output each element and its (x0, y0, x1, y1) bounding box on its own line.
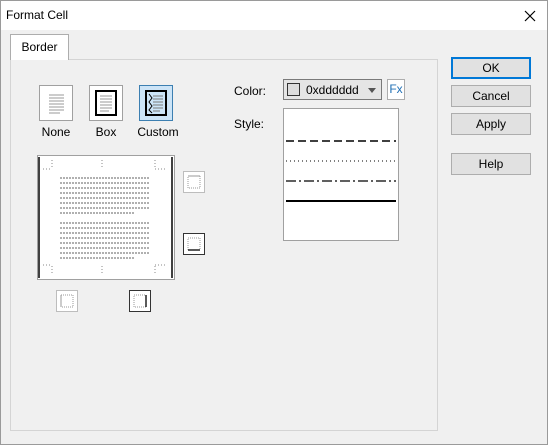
line-style-list (283, 108, 399, 241)
color-dropdown[interactable]: 0xdddddd (283, 79, 382, 100)
tab-border[interactable]: Border (10, 34, 69, 60)
style-label: Style: (234, 117, 265, 131)
chevron-down-icon (368, 88, 376, 93)
style-option-dotted[interactable] (286, 151, 396, 171)
border-preview-diagram (38, 157, 173, 278)
color-swatch (287, 83, 300, 96)
preset-box-label: Box (95, 125, 117, 139)
help-button[interactable]: Help (451, 153, 531, 175)
style-option-solid-thick[interactable] (286, 191, 396, 211)
style-option-none[interactable] (286, 111, 396, 131)
border-left-button[interactable] (56, 290, 78, 312)
preset-box-button[interactable] (89, 85, 123, 121)
cancel-button[interactable]: Cancel (451, 85, 531, 107)
fx-button[interactable]: Fx (387, 79, 405, 100)
close-button[interactable] (513, 1, 547, 30)
border-custom-icon (139, 85, 173, 121)
border-right-icon (133, 294, 147, 308)
preset-none-button[interactable] (39, 85, 73, 121)
border-none-icon (39, 85, 73, 121)
ok-button[interactable]: OK (451, 57, 531, 79)
style-option-dashed[interactable] (286, 131, 396, 151)
border-bottom-button[interactable] (183, 233, 205, 255)
apply-button[interactable]: Apply (451, 113, 531, 135)
border-left-icon (60, 294, 74, 308)
style-option-dash-dot[interactable] (286, 171, 396, 191)
border-box-icon (89, 85, 123, 121)
border-bottom-icon (187, 237, 201, 251)
color-value: 0xdddddd (306, 83, 359, 97)
close-icon (524, 10, 536, 22)
preset-custom-button[interactable] (139, 85, 173, 121)
color-label: Color: (234, 84, 267, 98)
border-preview[interactable] (37, 155, 175, 280)
title-bar: Format Cell (1, 1, 547, 30)
border-right-button[interactable] (129, 290, 151, 312)
border-top-button[interactable] (183, 171, 205, 193)
border-top-icon (187, 175, 201, 189)
dialog-title: Format Cell (6, 8, 69, 22)
preset-custom-label: Custom (137, 125, 179, 139)
